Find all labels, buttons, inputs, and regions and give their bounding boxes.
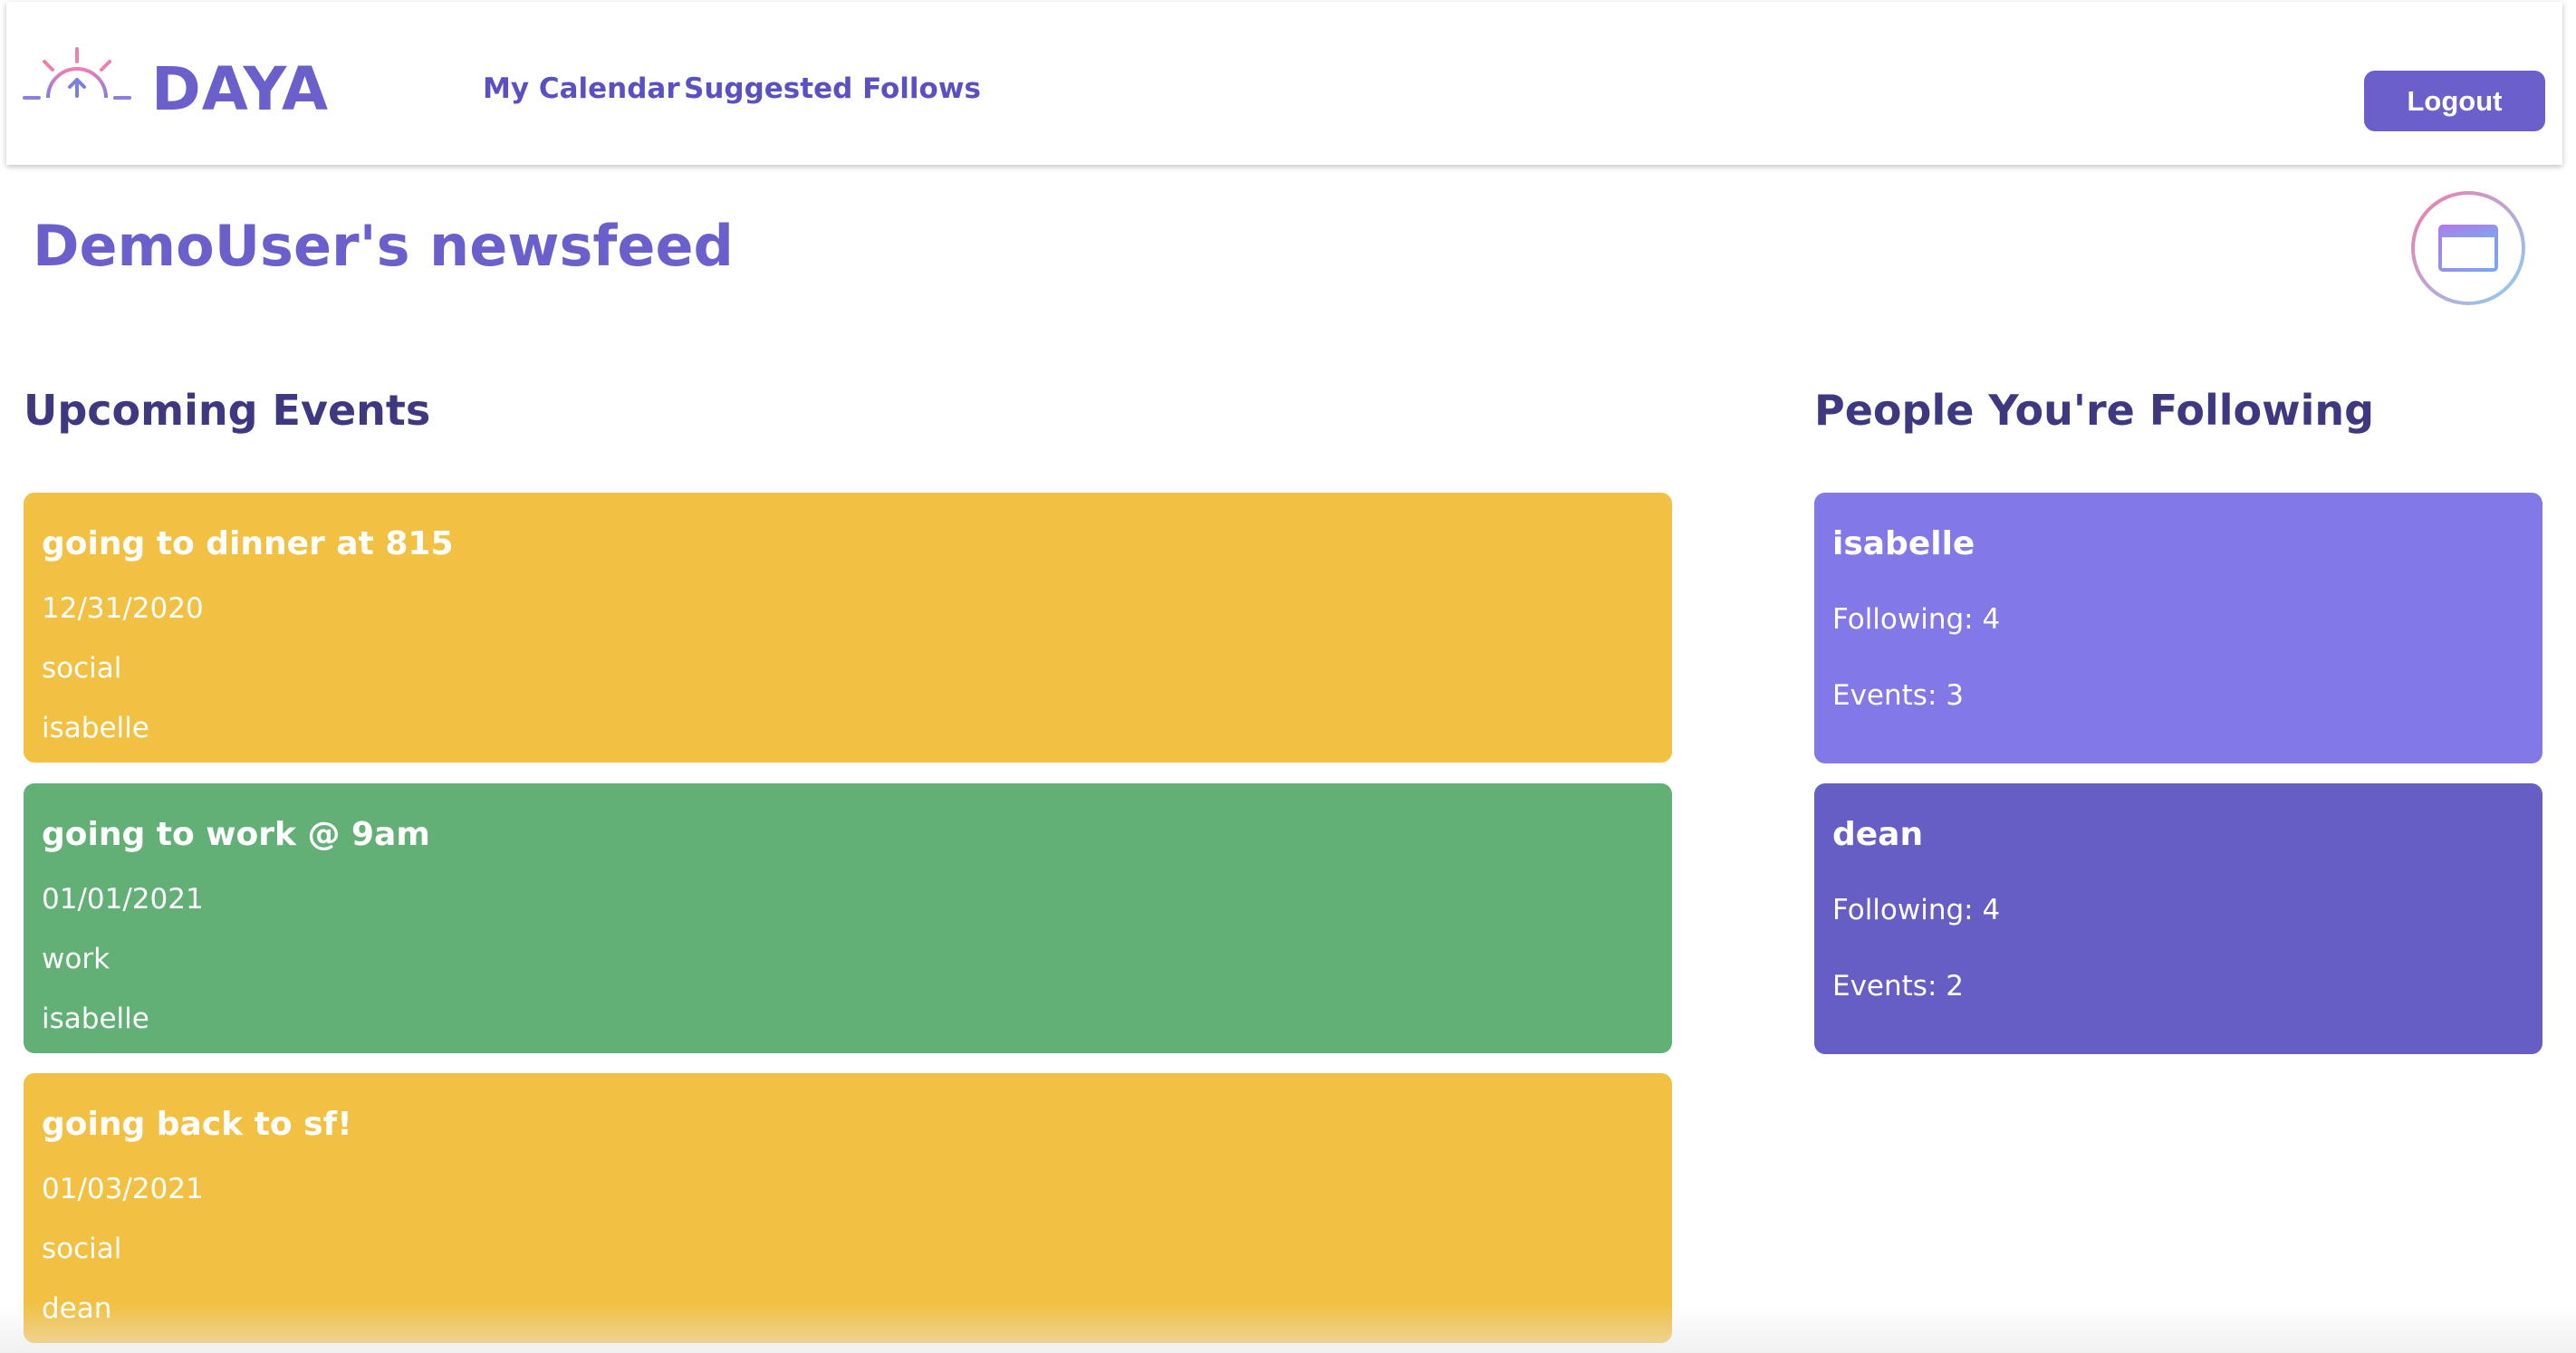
- event-user: dean: [42, 1292, 112, 1325]
- following-user-name[interactable]: dean: [1832, 816, 1923, 853]
- nav-suggested-follows[interactable]: Suggested Follows: [684, 72, 981, 105]
- upcoming-events-heading: Upcoming Events: [24, 386, 431, 435]
- following-user-name[interactable]: isabelle: [1832, 525, 1975, 562]
- table-grid-icon: [2438, 225, 2498, 272]
- event-date: 01/01/2021: [42, 883, 204, 916]
- following-user-card[interactable]: isabelle Following: 4 Events: 3: [1814, 493, 2542, 763]
- event-title: going to work @ 9am: [42, 816, 430, 853]
- following-count: Following: 4: [1832, 603, 2001, 636]
- logout-button[interactable]: Logout: [2364, 71, 2545, 131]
- events-count: Events: 2: [1832, 970, 1964, 1003]
- event-user: isabelle: [42, 1003, 149, 1035]
- brand-name[interactable]: DAYA: [151, 54, 329, 124]
- following-user-card[interactable]: dean Following: 4 Events: 2: [1814, 783, 2542, 1054]
- calendar-view-button[interactable]: [2411, 191, 2525, 305]
- event-date: 01/03/2021: [42, 1173, 204, 1205]
- event-card[interactable]: going back to sf! 01/03/2021 social dean: [24, 1073, 1672, 1343]
- event-card[interactable]: going to work @ 9am 01/01/2021 work isab…: [24, 783, 1672, 1053]
- event-title: going to dinner at 815: [42, 525, 454, 562]
- events-count: Events: 3: [1832, 679, 1964, 712]
- event-category: social: [42, 1233, 122, 1265]
- page-title: DemoUser's newsfeed: [33, 213, 734, 279]
- event-title: going back to sf!: [42, 1106, 352, 1143]
- event-date: 12/31/2020: [42, 592, 204, 625]
- event-user: isabelle: [42, 712, 149, 744]
- event-card[interactable]: going to dinner at 815 12/31/2020 social…: [24, 493, 1672, 763]
- following-count: Following: 4: [1832, 894, 2001, 926]
- following-heading: People You're Following: [1814, 386, 2375, 435]
- event-category: work: [42, 943, 111, 975]
- sunrise-logo-icon[interactable]: [23, 42, 144, 141]
- top-navbar: DAYA My Calendar Suggested Follows Logou…: [6, 2, 2562, 165]
- newsfeed-page: DAYA My Calendar Suggested Follows Logou…: [0, 0, 2576, 1353]
- event-category: social: [42, 652, 122, 685]
- nav-my-calendar[interactable]: My Calendar: [483, 72, 680, 105]
